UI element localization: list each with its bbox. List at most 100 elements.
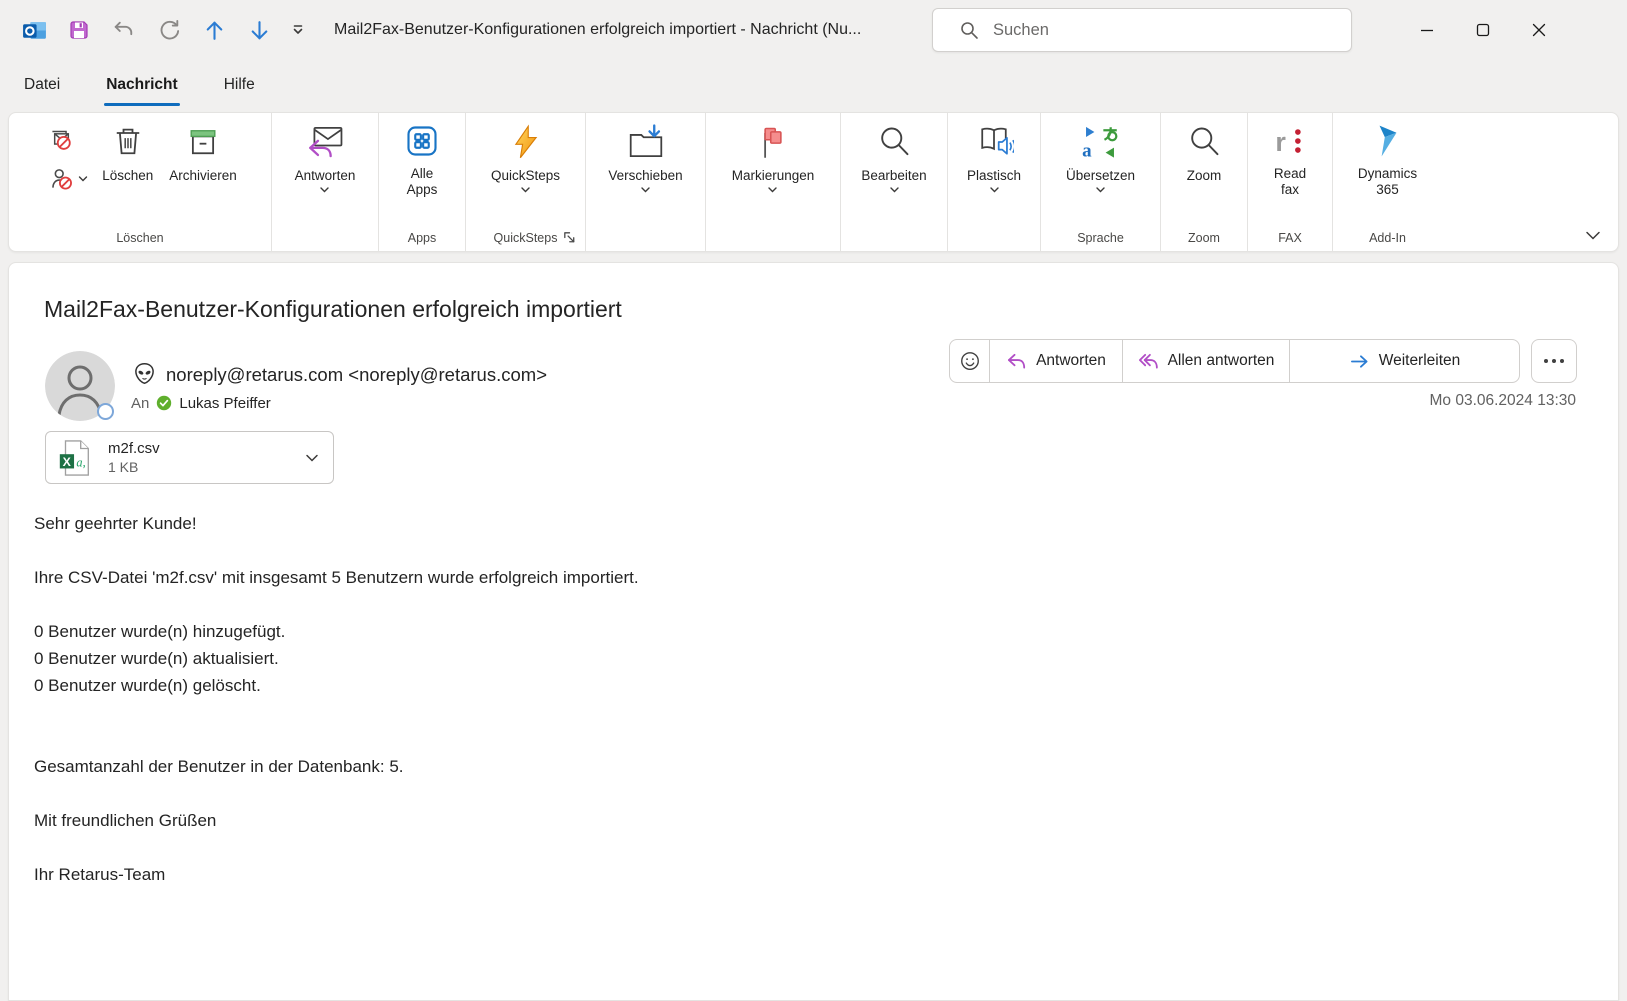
smiley-icon <box>959 350 981 372</box>
body-line <box>34 699 1558 726</box>
chevron-down-icon <box>640 186 651 194</box>
ignore-button[interactable] <box>49 127 88 152</box>
all-apps-button[interactable]: Alle Apps <box>382 113 462 225</box>
ribbon-group-respond: Antworten <box>272 113 379 251</box>
forward-arrow-icon <box>1349 352 1370 371</box>
undo-button[interactable] <box>110 16 138 44</box>
translate-icon: a <box>1081 123 1119 161</box>
move-up-button[interactable] <box>200 16 228 44</box>
body-line <box>34 780 1558 807</box>
message-pane: Mail2Fax-Benutzer-Konfigurationen erfolg… <box>8 262 1619 1001</box>
body-line <box>34 726 1558 753</box>
move-down-button[interactable] <box>245 16 273 44</box>
magnifier-icon <box>876 123 912 161</box>
to-label: An <box>131 395 149 412</box>
block-sender-icon <box>49 166 74 191</box>
body-line: 0 Benutzer wurde(n) aktualisiert. <box>34 645 1558 672</box>
lightning-icon <box>508 123 544 161</box>
reply-action-label: Antworten <box>1036 352 1106 370</box>
reply-button[interactable]: Antworten <box>287 113 364 225</box>
presence-badge <box>97 403 114 420</box>
body-line: 0 Benutzer wurde(n) gelöscht. <box>34 672 1558 699</box>
junk-button[interactable] <box>49 166 88 191</box>
search-box[interactable] <box>932 8 1352 52</box>
tags-button[interactable]: Markierungen <box>724 113 823 225</box>
group-label-respond <box>272 225 378 251</box>
magnifier-icon <box>1186 123 1222 161</box>
minimize-button[interactable] <box>1399 0 1455 60</box>
translate-button[interactable]: a Übersetzen <box>1058 113 1143 225</box>
attachment-menu-chevron-icon[interactable] <box>305 453 319 463</box>
maximize-button[interactable] <box>1455 0 1511 60</box>
delete-button[interactable]: Löschen <box>94 113 161 225</box>
forward-action-button[interactable]: Weiterleiten <box>1289 340 1519 382</box>
title-bar: Mail2Fax-Benutzer-Konfigurationen erfolg… <box>0 0 1627 60</box>
customize-toolbar-chevron-icon[interactable] <box>290 16 306 44</box>
group-label-edit <box>841 225 947 251</box>
recipient-name[interactable]: Lukas Pfeiffer <box>179 395 270 412</box>
ribbon: Löschen Archivieren Löschen <box>8 112 1619 252</box>
dialog-launcher-icon[interactable] <box>562 230 577 245</box>
body-line: Mit freundlichen Grüßen <box>34 807 1558 834</box>
group-label-tags <box>706 225 840 251</box>
attachment-size: 1 KB <box>108 459 305 475</box>
dynamics-365-button[interactable]: Dynamics 365 <box>1338 113 1438 225</box>
group-label-move <box>586 225 705 251</box>
collapse-ribbon-chevron-icon[interactable] <box>1584 230 1602 242</box>
archive-icon <box>185 123 221 161</box>
attachment-chip[interactable]: X a, m2f.csv 1 KB <box>45 431 334 484</box>
ribbon-group-fax: r Read fax FAX <box>1248 113 1333 251</box>
chevron-down-icon <box>319 186 330 194</box>
group-label-addin: Add-In <box>1333 225 1442 251</box>
save-button[interactable] <box>65 16 93 44</box>
search-input[interactable] <box>993 9 1351 51</box>
verified-check-icon <box>156 395 172 411</box>
chevron-down-icon <box>520 186 531 194</box>
trash-icon <box>110 123 146 161</box>
ribbon-group-addin: Dynamics 365 Add-In <box>1333 113 1442 251</box>
tab-nachricht[interactable]: Nachricht <box>104 70 180 100</box>
tab-datei[interactable]: Datei <box>22 70 62 100</box>
reply-all-arrow-icon <box>1138 352 1159 371</box>
ribbon-group-immersive: Plastisch <box>948 113 1041 251</box>
ribbon-group-edit: Bearbeiten <box>841 113 948 251</box>
redo-button[interactable] <box>155 16 183 44</box>
zoom-button[interactable]: Zoom <box>1178 113 1230 225</box>
reply-all-action-label: Allen antworten <box>1168 352 1275 370</box>
apps-grid-icon <box>404 123 440 159</box>
body-line <box>34 834 1558 861</box>
reply-all-action-button[interactable]: Allen antworten <box>1122 340 1289 382</box>
read-aloud-book-icon <box>974 123 1014 161</box>
search-icon <box>959 20 979 40</box>
message-action-bar: Antworten Allen antworten Weiterleiten <box>949 339 1520 383</box>
chevron-down-icon <box>1095 186 1106 194</box>
archive-button[interactable]: Archivieren <box>161 113 245 225</box>
group-label-zoom: Zoom <box>1161 225 1247 251</box>
sender-address[interactable]: noreply@retarus.com <noreply@retarus.com… <box>166 364 547 386</box>
quick-access-toolbar <box>20 16 306 44</box>
flag-icon <box>755 123 791 161</box>
edit-button[interactable]: Bearbeiten <box>853 113 934 225</box>
chevron-down-icon <box>989 186 1000 194</box>
ribbon-group-delete: Löschen Archivieren Löschen <box>9 113 272 251</box>
chevron-down-icon <box>767 186 778 194</box>
body-line <box>34 591 1558 618</box>
forward-action-label: Weiterleiten <box>1379 352 1461 370</box>
ignore-icon <box>49 127 74 152</box>
body-line: Ihr Retarus-Team <box>34 861 1558 888</box>
quicksteps-button[interactable]: QuickSteps <box>483 113 568 225</box>
reply-action-button[interactable]: Antworten <box>989 340 1122 382</box>
close-button[interactable] <box>1511 0 1567 60</box>
svg-text:X: X <box>63 455 72 469</box>
move-button[interactable]: Verschieben <box>600 113 690 225</box>
svg-text:r: r <box>1275 127 1286 157</box>
reply-arrow-icon <box>1006 352 1027 371</box>
more-ellipsis-icon <box>1542 358 1566 364</box>
more-actions-button[interactable] <box>1531 339 1577 383</box>
read-fax-button[interactable]: r Read fax <box>1251 113 1329 225</box>
immersive-reader-button[interactable]: Plastisch <box>959 113 1029 225</box>
tab-hilfe[interactable]: Hilfe <box>222 70 257 100</box>
outlook-logo-icon <box>20 16 48 44</box>
menu-bar: Datei Nachricht Hilfe <box>0 60 1627 110</box>
reactions-button[interactable] <box>950 340 989 382</box>
